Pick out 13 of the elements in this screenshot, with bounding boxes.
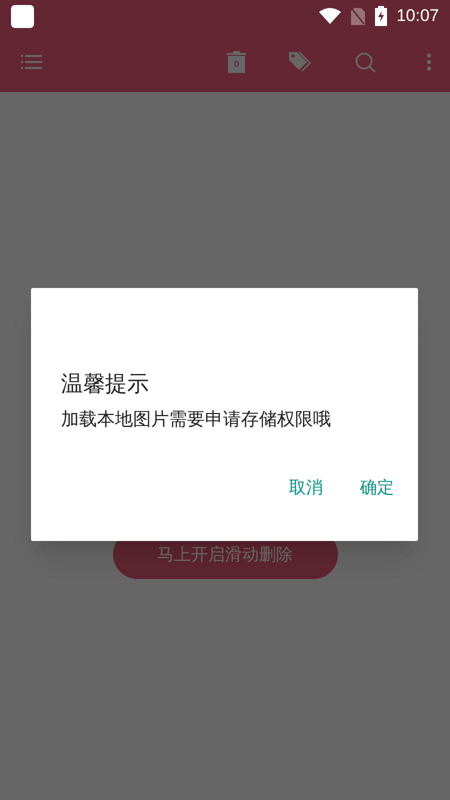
dialog-button[interactable]: 取消 <box>287 475 325 500</box>
no-sim-icon <box>351 8 366 24</box>
wifi-icon <box>319 8 342 24</box>
battery-charging-icon <box>375 6 388 26</box>
dialog-message: 加载本地图片需要申请存储权限哦 <box>61 408 331 431</box>
tag-icon[interactable] <box>289 52 311 72</box>
more-options-icon[interactable] <box>426 53 432 71</box>
search-icon[interactable] <box>355 52 376 72</box>
dialog-button[interactable]: 确定 <box>358 475 396 500</box>
clock-time: 10:07 <box>396 5 439 28</box>
menu-icon[interactable] <box>21 54 42 70</box>
dialog-title: 温馨提示 <box>61 370 149 398</box>
app-notification-icon <box>11 4 34 28</box>
